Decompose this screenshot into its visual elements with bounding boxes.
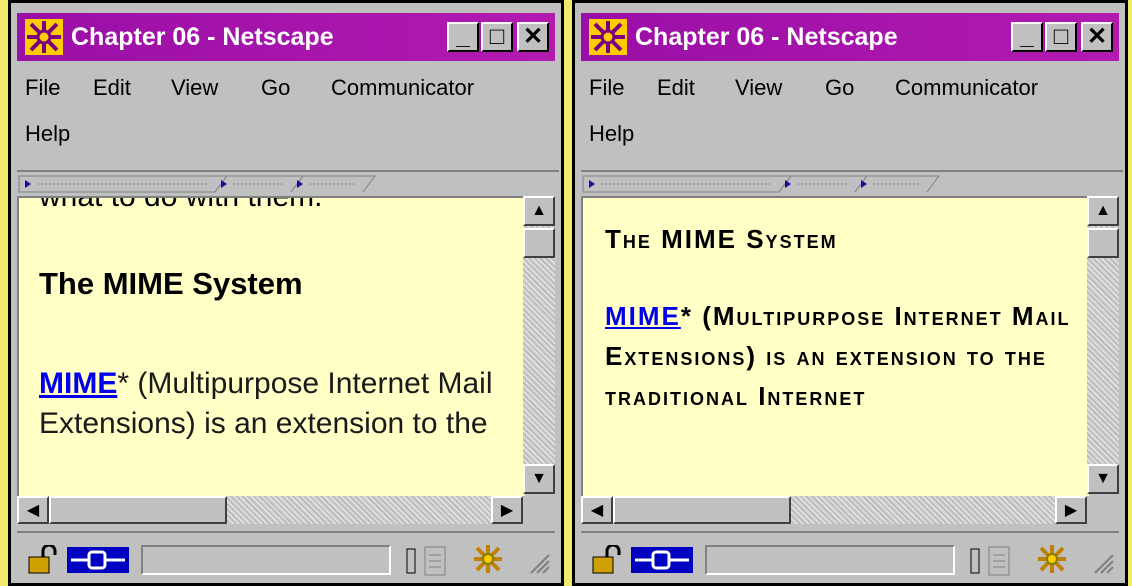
vertical-scrollbar[interactable]: ▲ ▼ [1087,196,1119,494]
scroll-right-button[interactable]: ▶ [1055,496,1087,524]
mime-link[interactable]: MIME [39,367,117,400]
menu-help[interactable]: Help [589,121,634,147]
scroll-up-button[interactable]: ▲ [1087,196,1119,226]
minimize-icon: _ [456,23,470,50]
horizontal-scrollbar[interactable]: ◀ ▶ [17,496,523,524]
resize-grip-icon[interactable] [1091,551,1115,575]
scroll-down-button[interactable]: ▼ [523,464,555,494]
menu-help[interactable]: Help [25,121,70,147]
toolbar-tabs[interactable] [581,170,1123,194]
mime-link[interactable]: MIME [605,301,681,331]
scroll-right-button[interactable]: ▶ [491,496,523,524]
vertical-scrollbar[interactable]: ▲ ▼ [523,196,555,494]
status-text-field [141,545,391,575]
scroll-right-icon: ▶ [1064,502,1078,519]
menu-bar: File Edit View Go Communicator Help [581,67,1119,167]
scroll-right-icon: ▶ [500,502,514,519]
status-bar [581,531,1119,581]
menu-edit[interactable]: Edit [93,75,131,101]
menu-go[interactable]: Go [261,75,290,101]
minimize-button[interactable]: _ [447,22,479,52]
close-icon: ✕ [1086,23,1108,50]
horizontal-scroll-thumb[interactable] [613,496,791,524]
security-lock-icon[interactable] [25,545,57,575]
section-heading: The MIME System [605,224,838,254]
scroll-up-button[interactable]: ▲ [523,196,555,226]
component-bar-icon[interactable] [1035,543,1069,575]
menu-edit[interactable]: Edit [657,75,695,101]
connection-icon [631,547,693,573]
menu-go[interactable]: Go [825,75,854,101]
scroll-down-icon: ▼ [1095,470,1111,487]
minimize-icon: _ [1020,23,1034,50]
resize-grip-icon[interactable] [527,551,551,575]
paragraph: MIME* (Multipurpose Internet Mail Extens… [39,364,509,444]
toolbar-tabs[interactable] [17,170,559,194]
title-bar[interactable]: Chapter 06 - Netscape _ □ ✕ [581,13,1119,61]
maximize-icon: □ [489,23,505,50]
status-text-field [705,545,955,575]
horizontal-scrollbar[interactable]: ◀ ▶ [581,496,1087,524]
component-bar-icon[interactable] [471,543,505,575]
menu-bar: File Edit View Go Communicator Help [17,67,555,167]
close-button[interactable]: ✕ [517,22,549,52]
scroll-down-button[interactable]: ▼ [1087,464,1119,494]
window-title: Chapter 06 - Netscape [71,23,334,51]
menu-file[interactable]: File [25,75,60,101]
page-content: what to do with them. The MIME System MI… [17,196,525,496]
netscape-logo-icon [25,19,63,55]
scroll-left-button[interactable]: ◀ [17,496,49,524]
scroll-left-icon: ◀ [26,502,40,519]
vertical-scroll-thumb[interactable] [523,228,555,258]
maximize-icon: □ [1053,23,1069,50]
status-bar [17,531,555,581]
section-heading: The MIME System [39,266,303,301]
title-bar[interactable]: Chapter 06 - Netscape _ □ ✕ [17,13,555,61]
maximize-button[interactable]: □ [1045,22,1077,52]
scroll-up-icon: ▲ [1095,202,1111,219]
menu-communicator[interactable]: Communicator [331,75,474,101]
page-content: The MIME System MIME* (Multipurpose Inte… [581,196,1089,496]
close-button[interactable]: ✕ [1081,22,1113,52]
scroll-down-icon: ▼ [531,470,547,487]
window-title: Chapter 06 - Netscape [635,23,898,51]
menu-view[interactable]: View [171,75,218,101]
close-icon: ✕ [522,23,544,50]
horizontal-scroll-thumb[interactable] [49,496,227,524]
security-lock-icon[interactable] [589,545,621,575]
netscape-logo-icon [589,19,627,55]
scroll-up-icon: ▲ [531,202,547,219]
browser-window-right: Chapter 06 - Netscape _ □ ✕ File Edit Vi… [572,0,1128,586]
vertical-scroll-thumb[interactable] [1087,228,1119,258]
scroll-left-icon: ◀ [590,502,604,519]
component-bar-handle[interactable] [969,545,1029,577]
content-fragment: what to do with them. [39,196,323,213]
minimize-button[interactable]: _ [1011,22,1043,52]
menu-communicator[interactable]: Communicator [895,75,1038,101]
connection-icon [67,547,129,573]
menu-view[interactable]: View [735,75,782,101]
maximize-button[interactable]: □ [481,22,513,52]
component-bar-handle[interactable] [405,545,465,577]
scroll-left-button[interactable]: ◀ [581,496,613,524]
browser-window-left: Chapter 06 - Netscape _ □ ✕ File Edit Vi… [8,0,564,586]
menu-file[interactable]: File [589,75,624,101]
paragraph: MIME* (Multipurpose Internet Mail Extens… [605,296,1075,416]
